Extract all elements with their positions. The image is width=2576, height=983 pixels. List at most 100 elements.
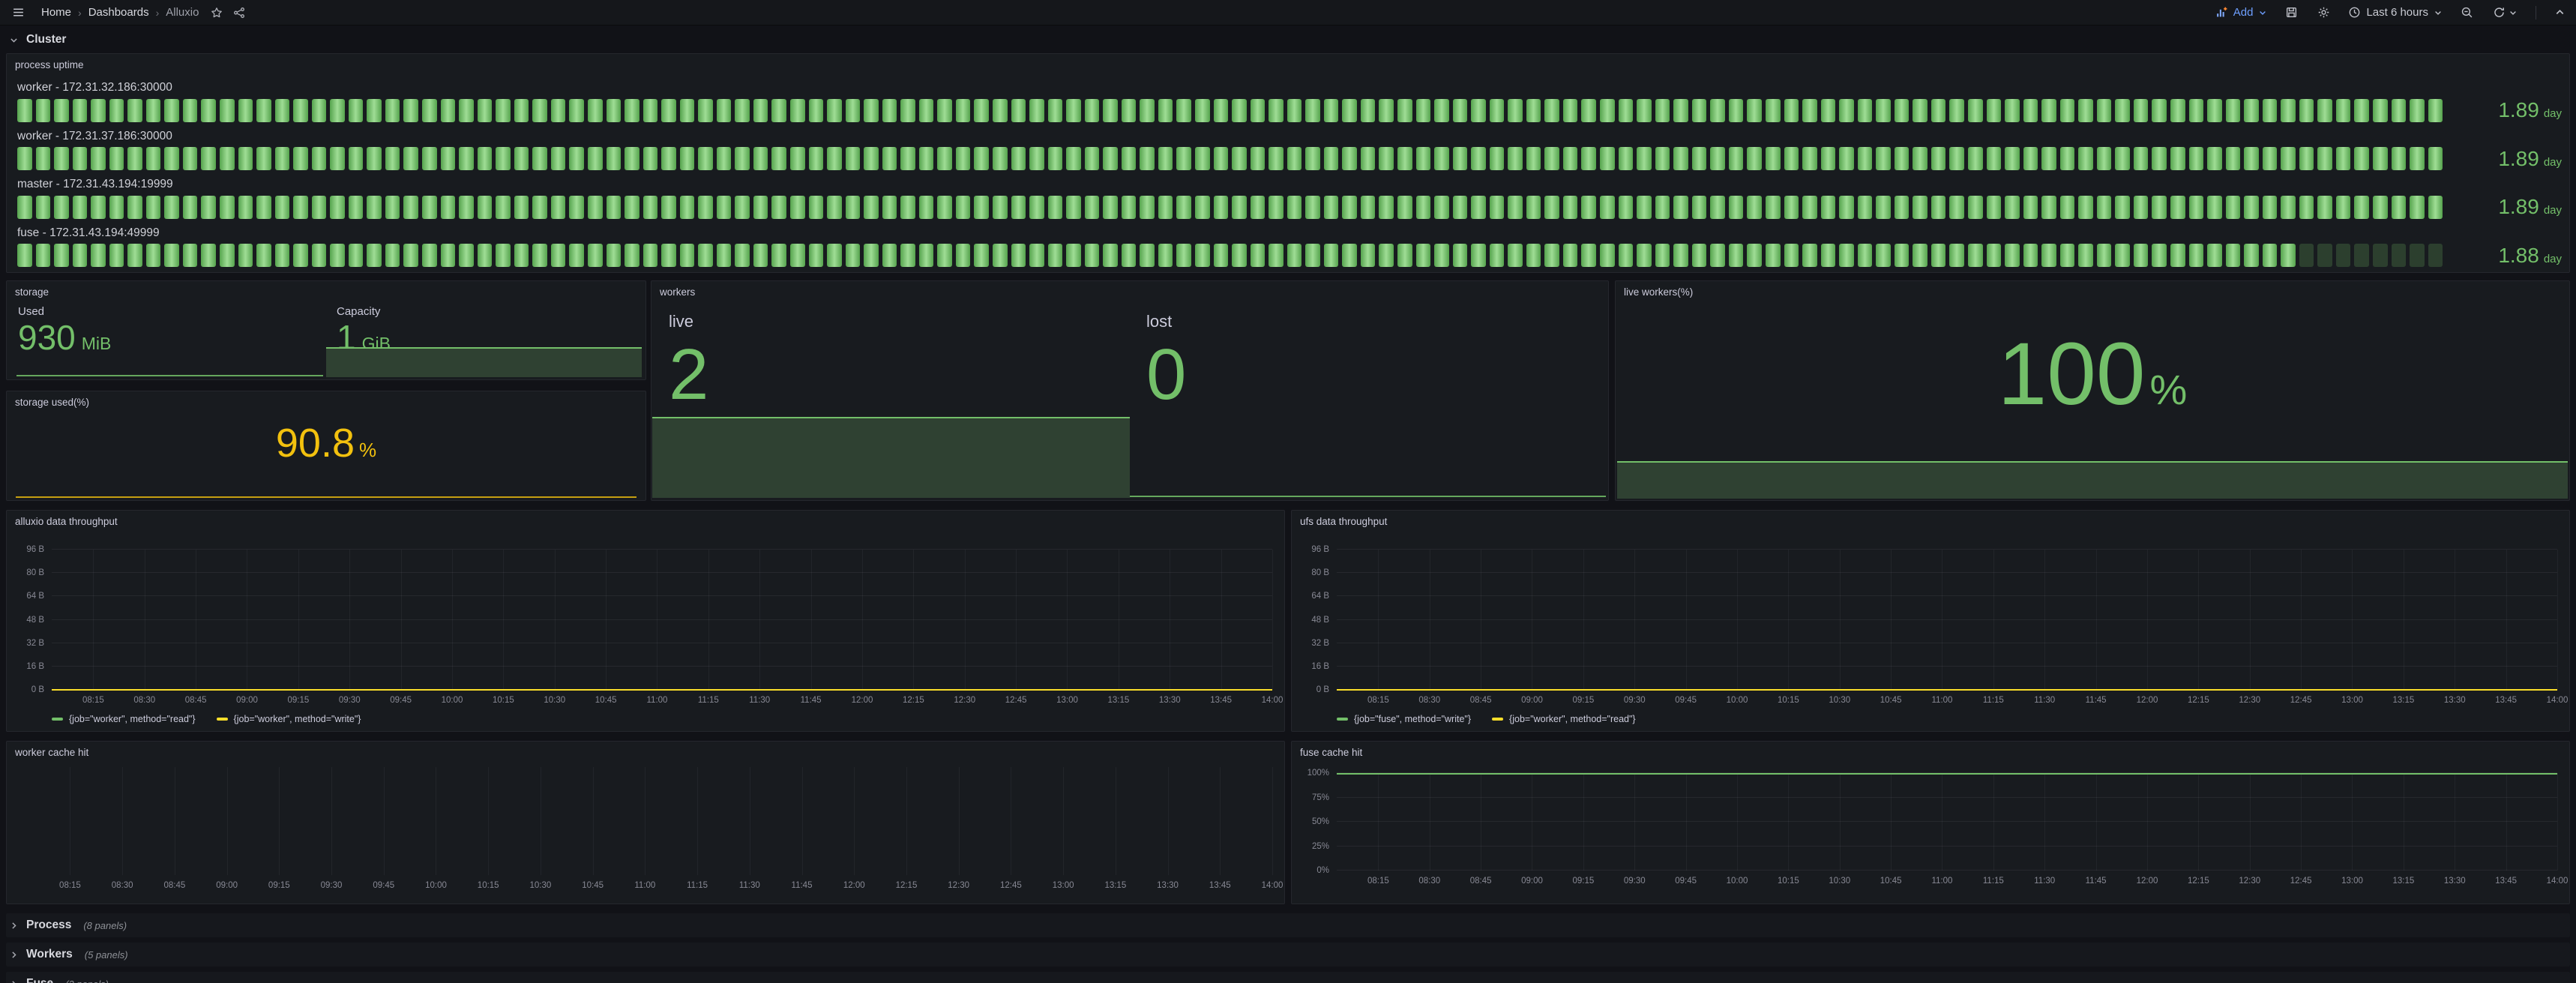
- section-cluster[interactable]: Cluster: [6, 28, 2570, 51]
- chevron-down-icon: [9, 35, 19, 45]
- gauge-segment-on: [2097, 147, 2112, 170]
- panel-title[interactable]: storage used(%): [15, 397, 89, 408]
- gauge-segment-on: [1508, 147, 1523, 170]
- panel-title[interactable]: alluxio data throughput: [15, 516, 118, 527]
- gauge-segment-on: [441, 196, 456, 219]
- gridline-vertical: [1686, 550, 1687, 690]
- plot-area[interactable]: 0%25%50%75%100%08:1508:3008:4509:0009:15…: [1337, 773, 2557, 871]
- gridline-vertical: [401, 550, 402, 690]
- gauge-segment-on: [1673, 147, 1688, 170]
- x-axis-tick-label: 11:30: [2034, 877, 2055, 886]
- panel-title[interactable]: ufs data throughput: [1300, 516, 1387, 527]
- gauge-segment-on: [2354, 147, 2369, 170]
- panel-title[interactable]: process uptime: [15, 59, 84, 70]
- star-icon[interactable]: [209, 5, 224, 20]
- gauge-segment-on: [1434, 147, 1449, 170]
- gridline-vertical: [1378, 773, 1379, 871]
- gauge-segment-on: [1526, 244, 1541, 267]
- x-axis-tick-label: 10:15: [493, 696, 514, 705]
- gauge-segment-on: [220, 196, 235, 219]
- gauge-segment-on: [459, 147, 474, 170]
- breadcrumb-dashboards[interactable]: Dashboards: [88, 6, 149, 19]
- save-icon[interactable]: [2284, 4, 2299, 20]
- share-icon[interactable]: [232, 5, 247, 20]
- gauge-segment-on: [496, 244, 511, 267]
- plot-area[interactable]: 0 B16 B32 B48 B64 B80 B96 B08:1508:3008:…: [52, 550, 1272, 690]
- x-axis-tick-label: 11:30: [739, 881, 760, 890]
- gauge-segment-on: [937, 147, 952, 170]
- section-fuse[interactable]: Fuse (2 panels): [6, 972, 2570, 983]
- gridline-vertical: [1378, 550, 1379, 690]
- x-axis-tick-label: 11:15: [1983, 877, 2004, 886]
- gauge-segment-on: [1600, 147, 1615, 170]
- add-button[interactable]: Add: [2215, 6, 2268, 19]
- legend-item[interactable]: {job="worker", method="read"}: [52, 714, 196, 724]
- gauge-segment-on: [164, 244, 179, 267]
- uptime-row: master - 172.31.43.194:199991.89day: [17, 178, 2562, 219]
- gridline-vertical: [452, 550, 453, 690]
- gauge-segment-on: [1987, 196, 2002, 219]
- legend-item[interactable]: {job="fuse", method="write"}: [1337, 714, 1471, 724]
- gauge-segment-on: [275, 99, 290, 122]
- x-axis-tick-label: 11:00: [1932, 877, 1953, 886]
- panel-live-workers: live workers(%) 100 %: [1615, 280, 2570, 501]
- x-axis-tick-label: 08:45: [185, 696, 207, 705]
- gauge-segment-on: [1453, 244, 1468, 267]
- gauge-segment-on: [2134, 147, 2149, 170]
- gauge-segment-on: [1802, 147, 1817, 170]
- gauge-segment-on: [2115, 99, 2130, 122]
- gauge-segment-on: [238, 147, 253, 170]
- panel-ufs-data-throughput: ufs data throughput 0 B16 B32 B48 B64 B8…: [1291, 510, 2570, 732]
- plot-area[interactable]: 0 B16 B32 B48 B64 B80 B96 B08:1508:3008:…: [1337, 550, 2557, 690]
- legend-item[interactable]: {job="worker", method="write"}: [217, 714, 361, 724]
- panel-title[interactable]: storage: [15, 286, 49, 298]
- stat-unit: %: [359, 439, 376, 462]
- gauge-segment-on: [1619, 196, 1634, 219]
- settings-icon[interactable]: [2316, 4, 2332, 20]
- gauge-segment-on: [1122, 244, 1137, 267]
- panel-title[interactable]: live workers(%): [1624, 286, 1693, 298]
- panel-title[interactable]: workers: [660, 286, 695, 298]
- gauge-segment-on: [1490, 244, 1505, 267]
- gauge-segment-on: [220, 99, 235, 122]
- sparkline: [16, 496, 637, 498]
- x-axis-tick-label: 13:00: [2341, 696, 2363, 705]
- menu-icon[interactable]: [10, 4, 26, 20]
- legend-item[interactable]: {job="worker", method="read"}: [1492, 714, 1636, 724]
- gauge-segment-on: [1011, 196, 1026, 219]
- collapse-up-icon[interactable]: [2553, 5, 2567, 19]
- gridline-horizontal: [1337, 870, 2557, 871]
- gauge-segment-on: [1784, 196, 1799, 219]
- gridline-vertical: [1067, 550, 1068, 690]
- gridline-vertical: [1840, 550, 1841, 690]
- panel-title[interactable]: worker cache hit: [15, 747, 88, 758]
- series-line: [1337, 689, 2557, 691]
- y-axis-tick-label: 80 B: [26, 568, 44, 577]
- gauge-segment-on: [2060, 99, 2075, 122]
- gauge-segment-on: [2207, 244, 2222, 267]
- gridline-vertical: [854, 767, 855, 875]
- gridline-vertical: [959, 767, 960, 875]
- gauge-segment-on: [330, 244, 345, 267]
- gauge-segment-on: [809, 99, 824, 122]
- gauge-segment-on: [1876, 244, 1891, 267]
- refresh-button[interactable]: [2491, 4, 2519, 20]
- gauge-segment-on: [532, 147, 547, 170]
- gauge-segment-on: [2170, 99, 2185, 122]
- section-process[interactable]: Process (8 panels): [6, 913, 2570, 937]
- gauge-segment-on: [919, 196, 934, 219]
- time-picker[interactable]: Last 6 hours: [2348, 6, 2443, 19]
- gauge-segment-on: [1471, 244, 1486, 267]
- plot-area[interactable]: 08:1508:3008:4509:0009:1509:3009:4510:00…: [28, 767, 1272, 875]
- x-axis-tick-label: 08:15: [82, 696, 104, 705]
- chart-legend: {job="fuse", method="write"} {job="worker…: [1337, 714, 1636, 724]
- zoom-out-icon[interactable]: [2459, 4, 2475, 20]
- breadcrumb-home[interactable]: Home: [41, 6, 71, 19]
- gauge-segment-on: [735, 147, 750, 170]
- panel-title[interactable]: fuse cache hit: [1300, 747, 1362, 758]
- section-workers[interactable]: Workers (5 panels): [6, 943, 2570, 967]
- gauge-segment-on: [532, 196, 547, 219]
- gauge-segment-on: [1232, 196, 1247, 219]
- gauge-segment-on: [1048, 196, 1063, 219]
- gauge-segment-on: [864, 99, 879, 122]
